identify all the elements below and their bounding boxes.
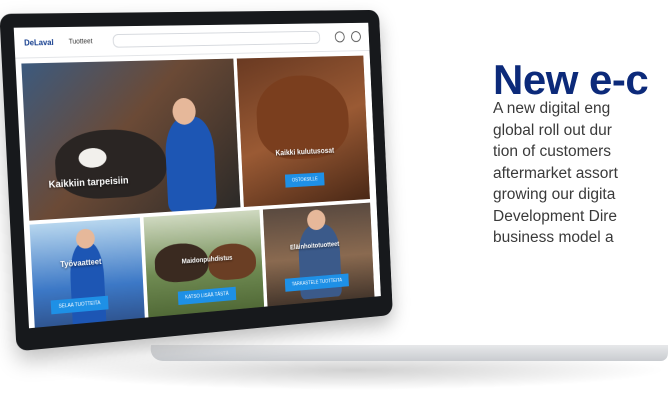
- tile-button[interactable]: OSTOKSILLE: [284, 172, 325, 188]
- farmer-image: [163, 116, 218, 212]
- article-line: aftermarket assort: [493, 164, 618, 182]
- cow-image: [53, 127, 168, 202]
- laptop: DeLaval Tuotteet Kaikkiin tarpeisiin Kai…: [0, 9, 393, 352]
- site-header: DeLaval Tuotteet: [13, 22, 370, 59]
- laptop-screen: DeLaval Tuotteet Kaikkiin tarpeisiin Kai…: [13, 22, 381, 329]
- cart-icon[interactable]: [350, 31, 362, 43]
- article-line: Development Dire: [493, 207, 618, 225]
- tile-consumables[interactable]: Kaikki kulutusosat OSTOKSILLE: [236, 55, 370, 208]
- laptop-base: [148, 345, 668, 361]
- search-input[interactable]: [112, 30, 321, 48]
- nav-products[interactable]: Tuotteet: [69, 38, 93, 45]
- tile-button[interactable]: KATSO LISÄÄ TÄSTÄ: [177, 286, 236, 306]
- article-line: tion of customers: [493, 143, 612, 160]
- tile-milk[interactable]: Maidonpuhdistus KATSO LISÄÄ TÄSTÄ: [143, 209, 265, 326]
- article-line: A new digital eng: [493, 100, 611, 117]
- article-line: global roll out dur: [493, 121, 612, 139]
- article-line: business model a: [493, 229, 614, 246]
- tile-workwear[interactable]: Työvaatteet SELAA TUOTTEITA: [29, 217, 146, 329]
- article-headline: New e-c: [493, 56, 649, 103]
- article-body: A new digital eng global roll out dur ti…: [493, 98, 668, 249]
- hero-tile-cow[interactable]: Kaikkiin tarpeisiin: [21, 58, 241, 221]
- tile-animal-care[interactable]: Eläinhoitotuotteet TARKASTELE TUOTTEITA: [262, 202, 375, 314]
- account-icon[interactable]: [334, 31, 345, 43]
- brand-logo[interactable]: DeLaval: [24, 38, 54, 47]
- article-line: growing our digita: [493, 186, 616, 203]
- worker-image: [68, 241, 107, 329]
